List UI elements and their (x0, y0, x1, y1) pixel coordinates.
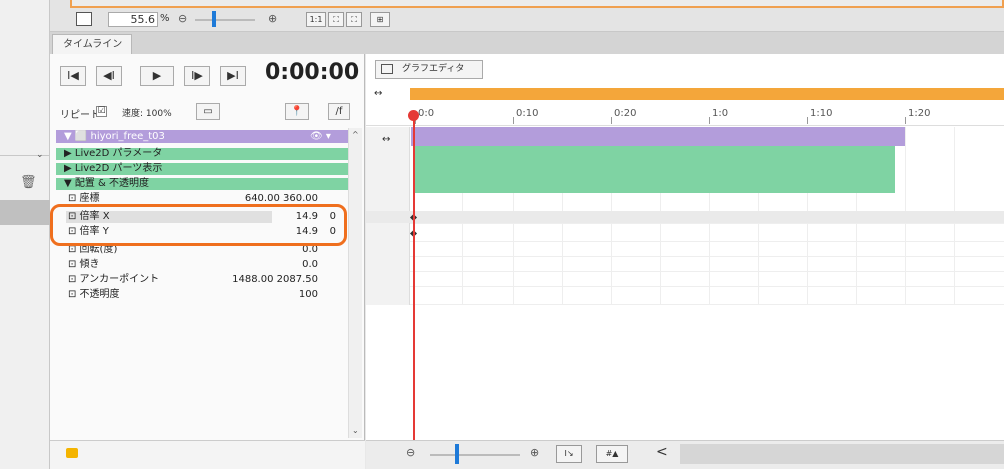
viewer-canvas-edge (70, 0, 1004, 8)
grid-line (410, 256, 1004, 257)
timeline-zoom-slider[interactable] (430, 454, 520, 456)
property-label: ⊡ 座標 (68, 193, 100, 204)
tab-bar (50, 32, 1004, 54)
fit-screen-button[interactable]: ⛶ (328, 12, 344, 27)
property-row-skew[interactable]: ⊡ 傾き 0.0 (56, 259, 348, 271)
grid-line (410, 223, 1004, 224)
zoom-slider-thumb[interactable] (212, 11, 216, 27)
ruler-tick-label: 1:20 (908, 108, 931, 119)
property-row-opacity[interactable]: ⊡ 不透明度 100 (56, 289, 348, 301)
ruler-tick (513, 117, 514, 124)
snap-button[interactable]: I↘ (556, 445, 582, 463)
grid-line (410, 286, 1004, 287)
speed-label[interactable]: 速度: 100% (122, 106, 172, 119)
repeat-checkbox[interactable]: ☑ (96, 106, 107, 117)
scroll-up-icon[interactable]: ^ (352, 130, 359, 139)
next-frame-button[interactable]: I▶ (184, 66, 210, 86)
group-live2d-parts[interactable]: ▶ Live2D パーツ表示 (56, 163, 348, 175)
scroll-down-icon[interactable]: ⌄ (352, 426, 359, 435)
pin-button[interactable]: 📍 (285, 103, 309, 120)
display-toggle-button[interactable]: ▭ (196, 103, 220, 120)
model-clip-bar[interactable] (411, 127, 905, 146)
grid-line (410, 304, 1004, 305)
group-placement-opacity[interactable]: ▼ 配置 & 不透明度 (56, 178, 348, 190)
ruler-tick-label: 1:10 (810, 108, 833, 119)
left-gutter (0, 0, 50, 469)
tab-timeline[interactable]: タイムライン (52, 34, 132, 54)
chevron-down-icon[interactable]: ⌄ (36, 150, 44, 160)
ruler-tick-label: 0:0 (418, 108, 435, 119)
ruler-tick (611, 117, 612, 124)
zoom-in-icon[interactable]: ⊕ (268, 12, 277, 25)
properties-footer (50, 440, 365, 469)
group-clip-bar[interactable] (413, 146, 895, 193)
ruler-tick (709, 117, 710, 124)
expand-icon[interactable]: ↔ (374, 88, 382, 99)
left-selected-strip (0, 200, 50, 225)
prev-frame-button[interactable]: ◀I (96, 66, 122, 86)
grid-toggle-button[interactable]: ⊞ (370, 12, 390, 27)
property-label: ⊡ 傾き (68, 259, 100, 270)
curve-button[interactable]: /f (328, 103, 350, 120)
repeat-label: リピート (60, 110, 100, 121)
group-live2d-parameters[interactable]: ▶ Live2D パラメータ (56, 148, 348, 160)
playhead-handle[interactable] (408, 110, 419, 121)
go-to-start-button[interactable]: I◀ (60, 66, 86, 86)
properties-scrollbar[interactable]: ^ ⌄ (348, 128, 362, 438)
fit-canvas-button[interactable] (76, 12, 92, 26)
property-value[interactable]: 100 (299, 289, 318, 301)
ruler-tick-label: 1:0 (712, 108, 729, 119)
grid-line (410, 271, 1004, 272)
ruler-tick (807, 117, 808, 124)
model-track-row[interactable]: ▼ ⬜ hiyori_free_t03 👁 ▾ (56, 130, 348, 143)
property-value[interactable]: 1488.00 2087.50 (232, 274, 318, 286)
scroll-left-icon[interactable]: < (656, 444, 668, 460)
go-to-end-button[interactable]: ▶I (220, 66, 246, 86)
actual-size-button[interactable]: 1:1 (306, 12, 326, 27)
zoom-out-icon[interactable]: ⊖ (178, 12, 187, 25)
expand-track-icon[interactable]: ↔ (382, 134, 390, 145)
highlight-annotation (50, 204, 347, 246)
model-name: hiyori_free_t03 (90, 131, 165, 142)
grid-line (410, 241, 1004, 242)
property-label: ⊡ 不透明度 (68, 289, 120, 300)
expand-arrow-icon[interactable]: ▼ ⬜ (64, 131, 91, 142)
timeline-zoom-out-icon[interactable]: ⊖ (406, 446, 415, 459)
timeline-horizontal-scrollbar[interactable] (680, 444, 1004, 464)
timeline-zoom-in-icon[interactable]: ⊕ (530, 446, 539, 459)
zoom-slider-track[interactable] (195, 19, 255, 21)
current-time: 0:00:00 (265, 60, 360, 85)
property-value[interactable]: 0.0 (302, 259, 318, 271)
folder-icon[interactable] (66, 448, 78, 458)
fit-screen-alt-button[interactable]: ⛶ (346, 12, 362, 27)
graph-editor-icon (381, 64, 393, 74)
ruler-tick-label: 0:10 (516, 108, 539, 119)
ruler-tick-label: 0:20 (614, 108, 637, 119)
work-area-bar[interactable] (410, 88, 1004, 100)
timeline-zoom-thumb[interactable] (455, 444, 459, 464)
trash-icon[interactable]: 🗑 (20, 176, 37, 190)
ruler-tick (905, 117, 906, 124)
track-highlight (366, 211, 1004, 223)
zoom-unit: % (160, 13, 170, 24)
eye-icon[interactable]: 👁 ▾ (310, 130, 331, 143)
play-button[interactable]: ▶ (140, 66, 174, 86)
property-row-anchor[interactable]: ⊡ アンカーポイント 1488.00 2087.50 (56, 274, 348, 286)
playhead-line[interactable] (413, 116, 415, 469)
zoom-field[interactable]: 55.6 (108, 12, 158, 27)
grid-snap-button[interactable]: #▲ (596, 445, 628, 463)
property-label: ⊡ アンカーポイント (68, 274, 160, 285)
